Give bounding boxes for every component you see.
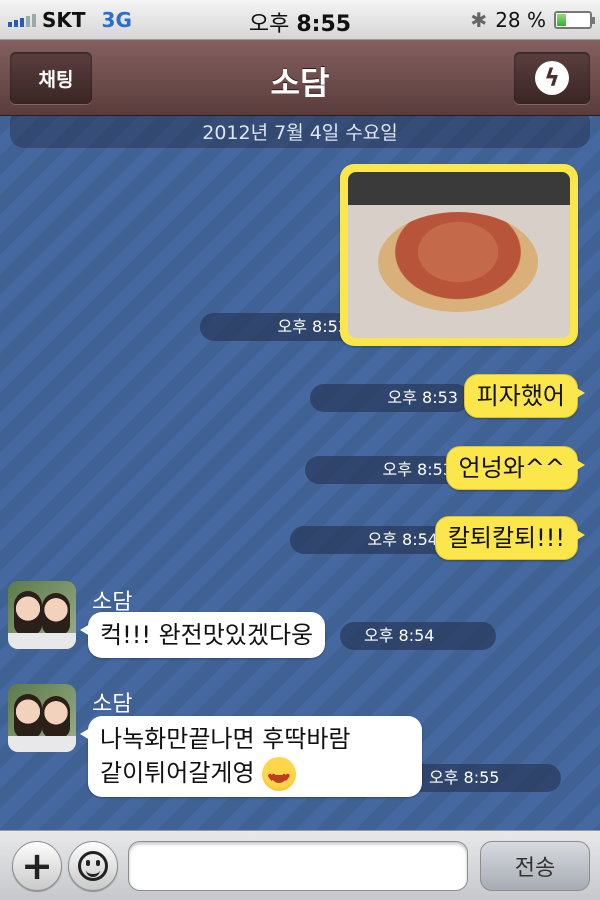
message-input[interactable] — [128, 841, 468, 891]
message-time: 오후 8:54 — [290, 526, 450, 554]
message-text: 컥!!! 완전맛있겠다웅 — [100, 621, 314, 649]
smiley-icon — [78, 851, 108, 881]
page-title: 소담 — [270, 64, 330, 102]
message-time: 오후 8:53 — [305, 456, 465, 484]
avatar[interactable] — [8, 581, 76, 649]
input-bar: + 전송 — [0, 830, 600, 900]
message-time: 오후 8:53 — [310, 384, 470, 412]
message-line-text: 같이튀어갈게영 — [100, 759, 255, 787]
status-bar: SKT 3G 오후 8:55 ✱ 28 % — [0, 0, 600, 40]
menu-button[interactable]: ϟ — [514, 52, 590, 104]
my-message-bubble[interactable]: 언넝와^^ — [445, 446, 586, 490]
plus-icon: + — [21, 844, 53, 888]
status-right: ✱ 28 % — [470, 8, 595, 32]
battery-icon — [554, 11, 595, 29]
pizza-image — [378, 212, 538, 312]
photo-message[interactable] — [340, 164, 578, 346]
pizza-photo — [348, 172, 570, 338]
chat-area[interactable]: 2012년 7월 4일 수요일 오후 8:53 오후 8:53 피자했어 오후 … — [0, 116, 600, 830]
date-separator: 2012년 7월 4일 수요일 — [10, 116, 590, 148]
my-message-bubble[interactable]: 피자했어 — [463, 374, 586, 418]
avatar[interactable] — [8, 684, 76, 752]
message-time: 오후 8:54 — [340, 622, 496, 650]
clock-time: 8:55 — [296, 12, 352, 37]
emoticon-button[interactable] — [68, 841, 118, 891]
message-time: 오후 8:53 — [200, 313, 360, 341]
heart-eyes-emoji-icon — [262, 757, 297, 796]
battery-percent: 28 % — [495, 8, 546, 32]
their-message-bubble[interactable]: 나녹화만끝나면 후딱바람 같이튀어갈게영 — [80, 716, 422, 797]
my-message-bubble[interactable]: 칼퇴칼퇴!!! — [434, 516, 586, 560]
lightning-icon: ϟ — [535, 61, 569, 95]
navigation-bar: 채팅 소담 ϟ — [0, 40, 600, 116]
message-time: 오후 8:55 — [405, 764, 561, 792]
bluetooth-icon: ✱ — [470, 8, 488, 32]
clock-prefix: 오후 — [248, 12, 290, 37]
their-message-bubble[interactable]: 컥!!! 완전맛있겠다웅 — [79, 612, 326, 658]
send-button[interactable]: 전송 — [480, 841, 590, 891]
add-button[interactable]: + — [12, 841, 62, 891]
message-line-2: 같이튀어갈게영 — [100, 756, 410, 796]
battery-fill — [557, 14, 566, 26]
message-line: 나녹화만끝나면 후딱바람 — [100, 725, 351, 753]
sender-name: 소담 — [92, 692, 133, 717]
